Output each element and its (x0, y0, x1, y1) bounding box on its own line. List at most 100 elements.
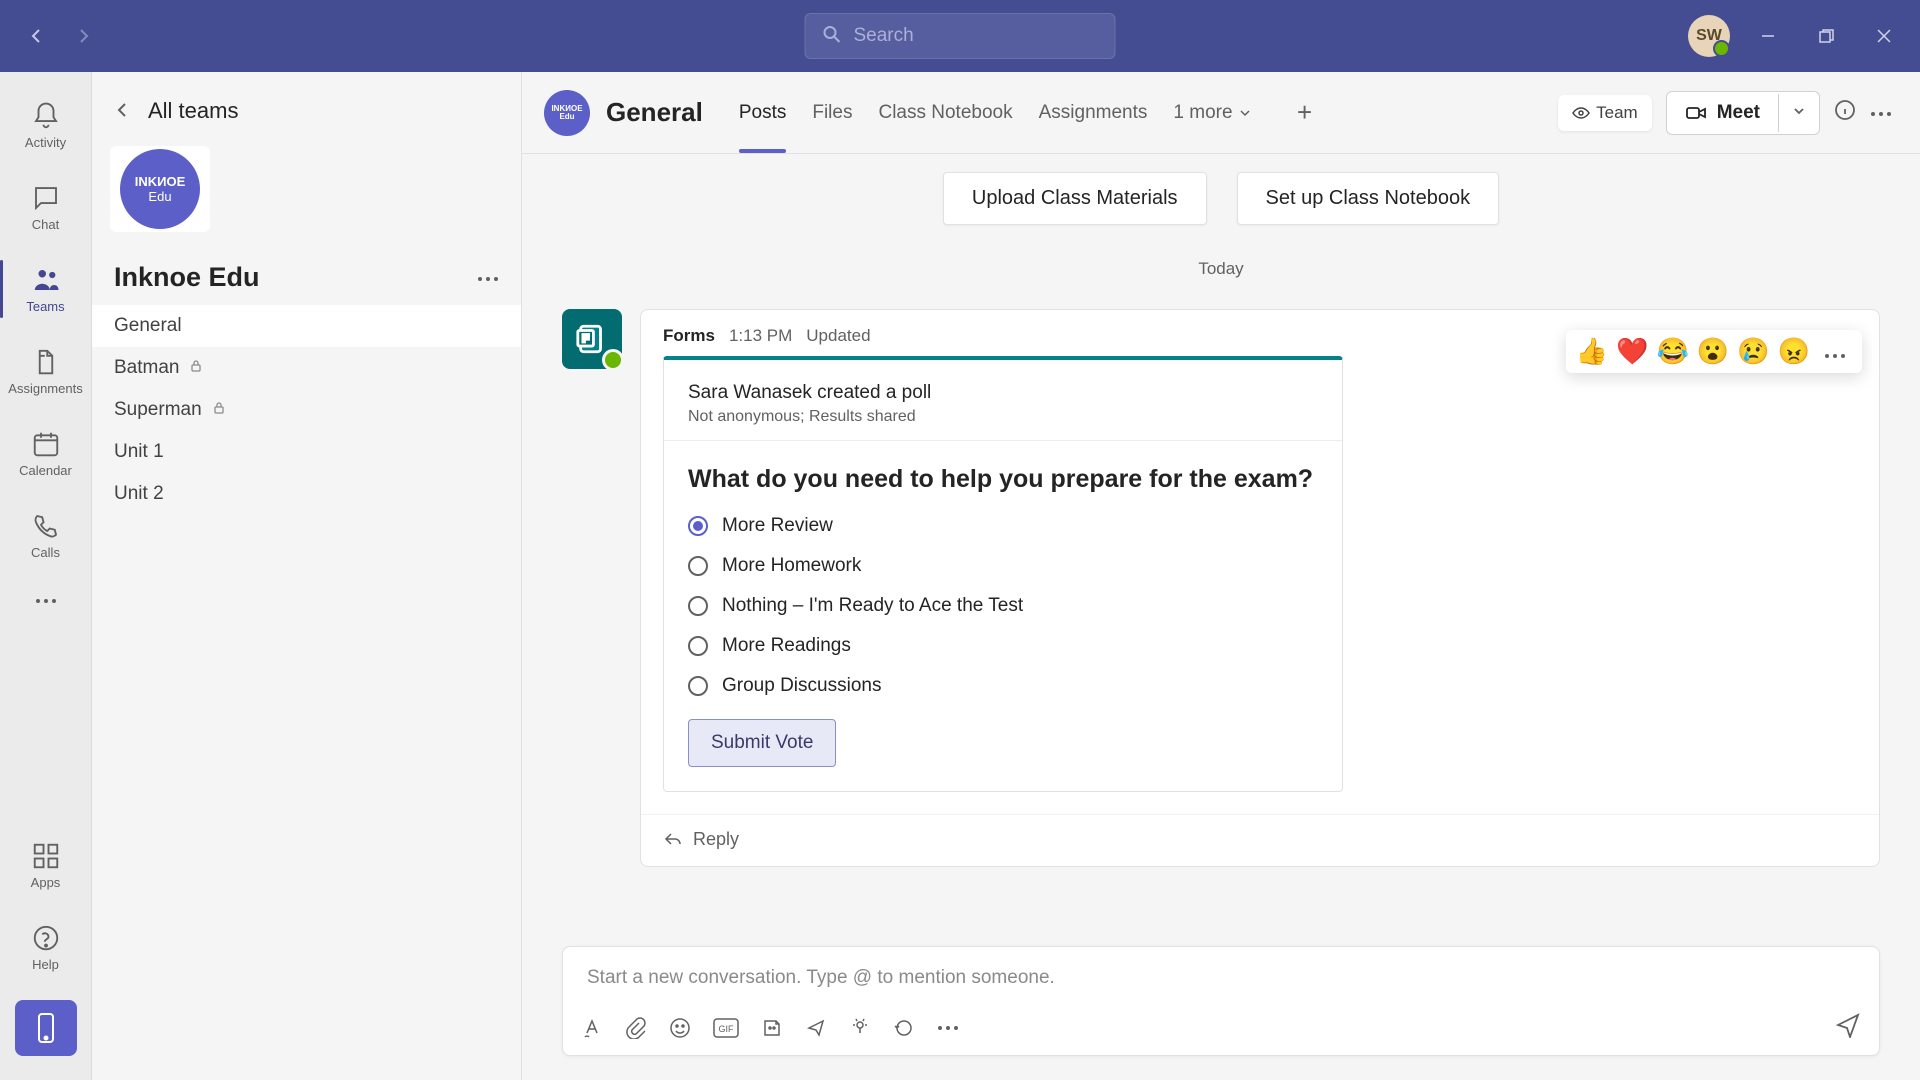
tab-more-label: 1 more (1173, 102, 1232, 124)
main-area: INKИOEEdu General Posts Files Class Note… (522, 72, 1920, 1080)
tabs: Posts Files Class Notebook Assignments 1… (739, 72, 1251, 153)
rail-label: Teams (26, 299, 64, 314)
reaction-angry[interactable]: 😠 (1778, 336, 1810, 367)
action-cards-row: Upload Class Materials Set up Class Note… (562, 154, 1880, 235)
schedule-meeting-button[interactable] (805, 1017, 827, 1039)
tab-files[interactable]: Files (812, 72, 852, 153)
submit-vote-button[interactable]: Submit Vote (688, 719, 836, 767)
poll-option-0[interactable]: More Review (688, 515, 1318, 537)
search-input[interactable] (854, 25, 1099, 47)
channel-label: General (114, 315, 182, 337)
channel-more-button[interactable] (1870, 104, 1892, 122)
add-tab-button[interactable]: + (1287, 95, 1323, 131)
team-logo-text-bottom: Edu (148, 189, 171, 204)
reaction-heart[interactable]: ❤️ (1616, 336, 1648, 367)
message: F Forms 1:13 PM Updated Sara Wanasek cre… (562, 309, 1880, 867)
channel-item-general[interactable]: General (92, 305, 521, 347)
reply-icon (663, 829, 683, 849)
team-title: Inknoe Edu (114, 262, 260, 293)
compose-box[interactable]: Start a new conversation. Type @ to ment… (562, 946, 1880, 1056)
tab-more[interactable]: 1 more (1173, 102, 1250, 124)
channel-info-button[interactable] (1834, 99, 1856, 126)
titlebar: SW (0, 0, 1920, 72)
reaction-sad[interactable]: 😢 (1737, 336, 1769, 367)
all-teams-back[interactable]: All teams (92, 80, 521, 134)
apps-icon (31, 841, 61, 871)
loop-button[interactable] (893, 1017, 915, 1039)
praise-button[interactable] (849, 1017, 871, 1039)
rail-help[interactable]: Help (0, 906, 91, 988)
poll-option-1[interactable]: More Homework (688, 555, 1318, 577)
rail-teams[interactable]: Teams (0, 248, 91, 330)
send-button[interactable] (1835, 1012, 1861, 1043)
content-scroll[interactable]: Upload Class Materials Set up Class Note… (522, 154, 1920, 926)
poll-creator: Sara Wanasek created a poll (688, 382, 1318, 404)
gif-button[interactable]: GIF (713, 1018, 739, 1038)
radio-icon (688, 516, 708, 536)
history-nav (16, 16, 104, 56)
rail-label: Calendar (19, 463, 72, 478)
rail-calls[interactable]: Calls (0, 494, 91, 576)
team-logo-text-top: INKИOE (135, 174, 186, 189)
reaction-laugh[interactable]: 😂 (1657, 336, 1689, 367)
compose-placeholder[interactable]: Start a new conversation. Type @ to ment… (563, 947, 1879, 1004)
reaction-more-button[interactable] (1818, 339, 1852, 365)
setup-class-notebook-card[interactable]: Set up Class Notebook (1237, 172, 1500, 225)
rail-label: Assignments (8, 381, 82, 396)
channel-label: Unit 2 (114, 483, 164, 505)
reaction-surprised[interactable]: 😮 (1697, 336, 1729, 367)
nav-back-button[interactable] (16, 16, 56, 56)
message-time: 1:13 PM (729, 326, 792, 346)
meet-dropdown-button[interactable] (1778, 94, 1819, 132)
poll-option-3[interactable]: More Readings (688, 635, 1318, 657)
tab-class-notebook[interactable]: Class Notebook (878, 72, 1012, 153)
emoji-button[interactable] (669, 1017, 691, 1039)
main-header-right: Team Meet (1558, 91, 1892, 135)
sticker-button[interactable] (761, 1017, 783, 1039)
team-visibility-button[interactable]: Team (1558, 95, 1652, 131)
reply-label: Reply (693, 829, 739, 850)
poll-option-label: Group Discussions (722, 675, 881, 697)
poll-option-2[interactable]: Nothing – I'm Ready to Ace the Test (688, 595, 1318, 617)
chevron-down-icon (1239, 107, 1251, 119)
rail-assignments[interactable]: Assignments (0, 330, 91, 412)
calendar-icon (31, 429, 61, 459)
tab-assignments[interactable]: Assignments (1039, 72, 1148, 153)
tab-posts[interactable]: Posts (739, 72, 787, 153)
rail-activity[interactable]: Activity (0, 84, 91, 166)
rail-chat[interactable]: Chat (0, 166, 91, 248)
rail-calendar[interactable]: Calendar (0, 412, 91, 494)
attach-button[interactable] (625, 1017, 647, 1039)
reply-button[interactable]: Reply (641, 814, 1879, 866)
more-icon (1824, 353, 1846, 359)
compose-more-button[interactable] (937, 1025, 959, 1031)
nav-forward-button[interactable] (64, 16, 104, 56)
upload-class-materials-card[interactable]: Upload Class Materials (943, 172, 1207, 225)
user-avatar[interactable]: SW (1688, 15, 1730, 57)
poll-meta: Not anonymous; Results shared (688, 408, 1318, 426)
rail-device-button[interactable] (15, 1000, 77, 1056)
channel-item-unit2[interactable]: Unit 2 (92, 473, 521, 515)
team-logo[interactable]: INKИOE Edu (110, 146, 210, 232)
meet-button[interactable]: Meet (1667, 92, 1778, 134)
channel-item-superman[interactable]: Superman (92, 389, 521, 431)
rail-apps[interactable]: Apps (0, 824, 91, 906)
channel-name: General (606, 97, 703, 128)
teams-icon (31, 265, 61, 295)
format-button[interactable] (581, 1017, 603, 1039)
channel-item-batman[interactable]: Batman (92, 347, 521, 389)
message-app-name: Forms (663, 326, 715, 346)
poll-options: More Review More Homework Nothing – I'm … (664, 505, 1342, 705)
window-close-button[interactable] (1864, 16, 1904, 56)
team-more-button[interactable] (477, 269, 499, 287)
rail-label: Calls (31, 545, 60, 560)
channel-item-unit1[interactable]: Unit 1 (92, 431, 521, 473)
global-search[interactable] (805, 13, 1116, 59)
window-minimize-button[interactable] (1748, 16, 1788, 56)
poll-option-4[interactable]: Group Discussions (688, 675, 1318, 697)
rail-more[interactable] (0, 576, 91, 626)
poll-option-label: More Homework (722, 555, 861, 577)
titlebar-right: SW (1688, 15, 1904, 57)
window-maximize-button[interactable] (1806, 16, 1846, 56)
reaction-like[interactable]: 👍 (1576, 336, 1608, 367)
